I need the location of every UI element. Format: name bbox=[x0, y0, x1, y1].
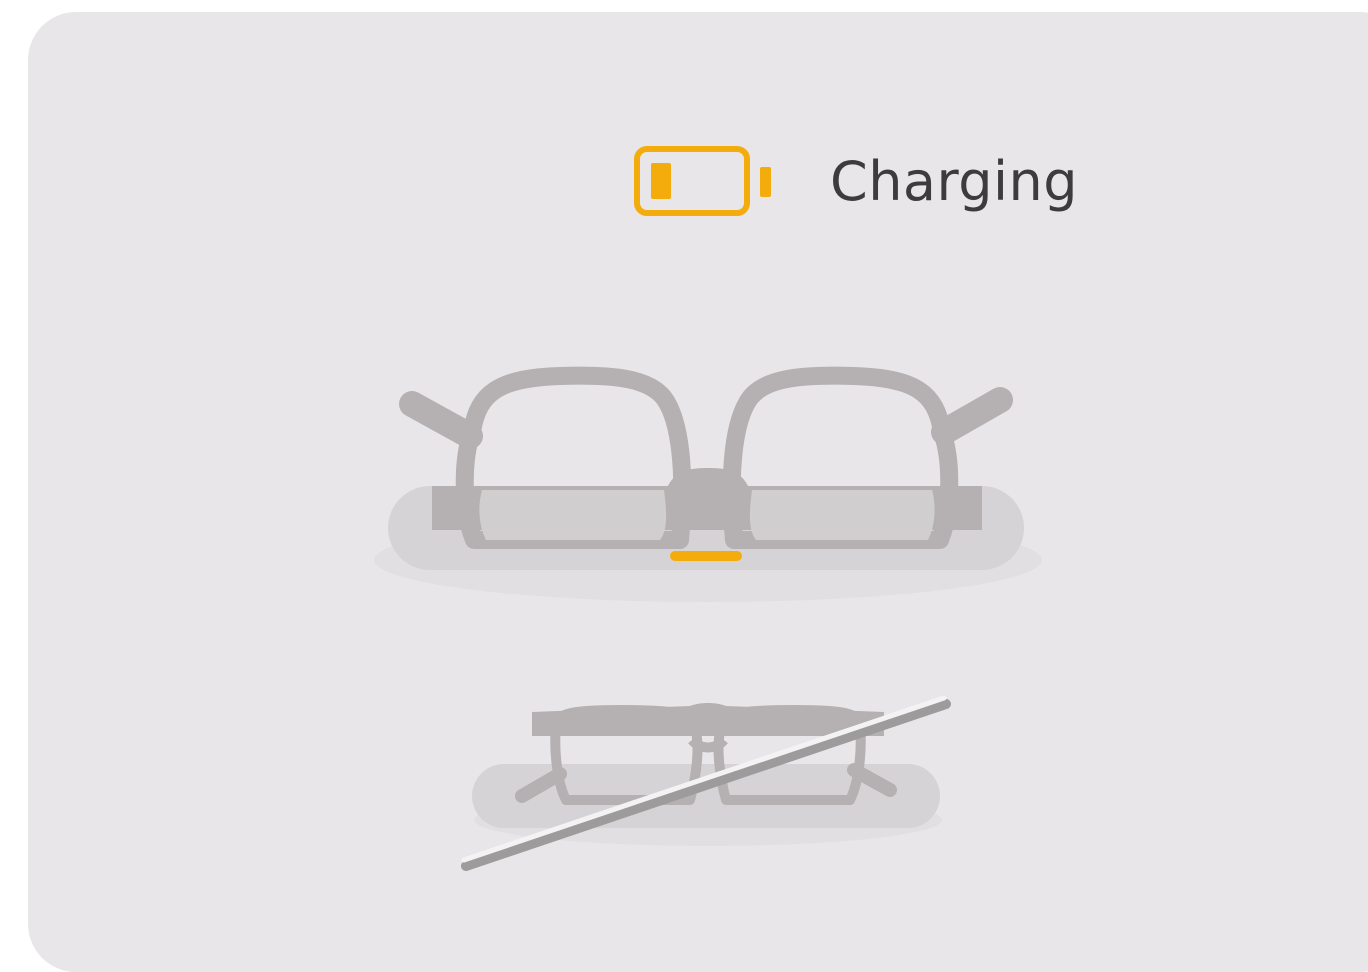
charging-illustration bbox=[374, 366, 1042, 871]
glasses-lens-right bbox=[749, 490, 935, 540]
glasses-on-charger-illustration bbox=[374, 366, 1042, 602]
glasses-lens-left bbox=[479, 490, 667, 540]
glasses-misplaced-illustration bbox=[461, 695, 951, 871]
small-glasses-bridge bbox=[688, 736, 728, 753]
glasses-left-temple bbox=[399, 391, 483, 449]
charger-indicator-light bbox=[670, 551, 742, 561]
glasses-right-temple bbox=[931, 387, 1013, 445]
